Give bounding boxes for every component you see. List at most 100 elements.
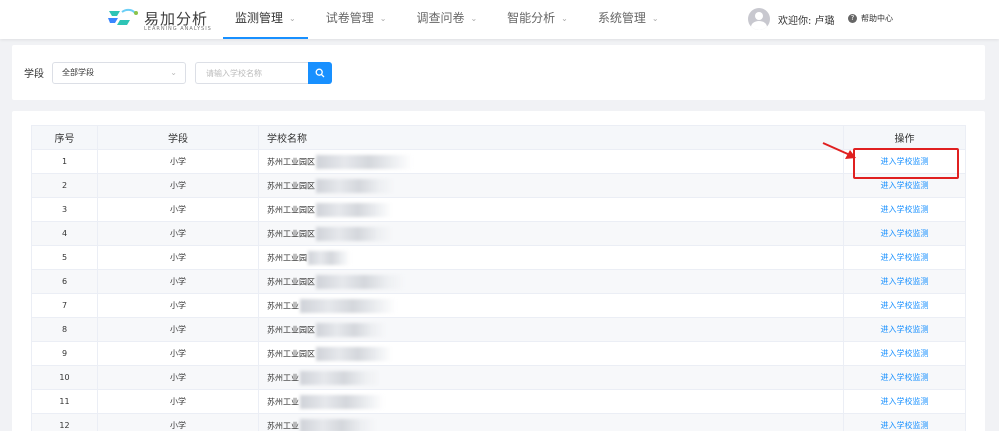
redacted-text-blur [300,418,376,431]
question-icon: ? [848,14,857,23]
school-name-text: 苏州工业园 [267,253,307,262]
school-name-text: 苏州工业 [267,373,299,382]
column-header-index: 序号 [31,125,98,150]
row-action: 进入学校监测 [843,317,966,342]
stage-select-value: 全部学段 [62,68,94,77]
welcome-text: 欢迎你: 卢璐 [778,15,835,27]
school-name-text: 苏州工业 [267,397,299,406]
row-stage: 小学 [97,413,259,431]
stage-select[interactable]: 全部学段 ⌄ [52,62,186,84]
enter-school-monitoring-link[interactable]: 进入学校监测 [881,325,929,334]
row-school-name: 苏州工业园区 [258,269,844,294]
enter-school-monitoring-link[interactable]: 进入学校监测 [881,205,929,214]
column-header-action: 操作 [843,125,966,150]
enter-school-monitoring-link[interactable]: 进入学校监测 [881,181,929,190]
row-school-name: 苏州工业 [258,389,844,414]
table-row: 7 小学 苏州工业 进入学校监测 [31,293,966,318]
row-stage: 小学 [97,197,259,222]
redacted-text-blur [316,154,412,169]
school-name-text: 苏州工业园区 [267,325,315,334]
column-header-school-name: 学校名称 [258,125,844,150]
nav-item-smart-analysis[interactable]: 智能分析 ⌄ [495,0,580,39]
table-row: 6 小学 苏州工业园区 进入学校监测 [31,269,966,294]
row-school-name: 苏州工业园区 [258,221,844,246]
avatar[interactable] [748,8,770,30]
filter-bar: 学段 全部学段 ⌄ [12,45,985,100]
enter-school-monitoring-link[interactable]: 进入学校监测 [881,253,929,262]
row-stage: 小学 [97,173,259,198]
column-header-stage: 学段 [97,125,259,150]
redacted-text-blur [308,250,350,265]
redacted-text-blur [300,370,380,385]
enter-school-monitoring-link[interactable]: 进入学校监测 [881,277,929,286]
nav-item-surveys[interactable]: 调查问卷 ⌄ [404,0,489,39]
row-action: 进入学校监测 [843,413,966,431]
redacted-text-blur [300,394,384,409]
school-name-text: 苏州工业 [267,421,299,430]
row-action: 进入学校监测 [843,245,966,270]
redacted-text-blur [316,202,392,217]
row-school-name: 苏州工业园区 [258,317,844,342]
user-info[interactable]: 欢迎你: 卢璐 [748,8,835,30]
search-button[interactable] [308,62,332,84]
row-action: 进入学校监测 [843,269,966,294]
row-index: 7 [31,293,98,318]
logo[interactable]: 易加分析 LEARNING ANALYSIS [106,5,216,35]
table-row: 2 小学 苏州工业园区 进入学校监测 [31,173,966,198]
logo-icon [108,8,138,25]
nav-item-exam-papers[interactable]: 试卷管理 ⌄ [314,0,399,39]
table-row: 4 小学 苏州工业园区 进入学校监测 [31,221,966,246]
annotation-arrow-icon [822,142,856,159]
school-name-text: 苏州工业园区 [267,181,315,190]
enter-school-monitoring-link[interactable]: 进入学校监测 [881,421,929,430]
table-row: 9 小学 苏州工业园区 进入学校监测 [31,341,966,366]
logo-subtitle: LEARNING ANALYSIS [144,26,212,32]
school-name-search-input[interactable] [195,62,308,84]
school-name-text: 苏州工业园区 [267,157,315,166]
chevron-down-icon: ⌄ [379,14,387,23]
row-stage: 小学 [97,221,259,246]
row-action: 进入学校监测 [843,197,966,222]
row-stage: 小学 [97,149,259,174]
enter-school-monitoring-link[interactable]: 进入学校监测 [881,373,929,382]
row-action: 进入学校监测 [843,341,966,366]
row-school-name: 苏州工业园区 [258,173,844,198]
nav-item-system-management[interactable]: 系统管理 ⌄ [586,0,671,39]
help-center-label: 帮助中心 [861,14,893,23]
row-index: 8 [31,317,98,342]
table-row: 3 小学 苏州工业园区 进入学校监测 [31,197,966,222]
row-action: 进入学校监测 [843,293,966,318]
row-school-name: 苏州工业园区 [258,341,844,366]
help-center-link[interactable]: ? 帮助中心 [848,13,893,24]
chevron-down-icon: ⌄ [561,14,568,23]
school-name-text: 苏州工业园区 [267,349,315,358]
row-school-name: 苏州工业 [258,365,844,390]
redacted-text-blur [316,178,394,193]
table-row: 8 小学 苏州工业园区 进入学校监测 [31,317,966,342]
school-name-text: 苏州工业园区 [267,205,315,214]
nav-item-label: 试卷管理 [325,11,374,25]
nav-item-label: 系统管理 [597,11,646,25]
chevron-down-icon: ⌄ [289,14,296,23]
enter-school-monitoring-link[interactable]: 进入学校监测 [881,397,929,406]
row-index: 11 [31,389,98,414]
row-index: 10 [31,365,98,390]
row-index: 12 [31,413,98,431]
redacted-text-blur [316,346,392,361]
chevron-down-icon: ⌄ [170,68,177,77]
nav-item-monitoring[interactable]: 监测管理 ⌄ [223,0,308,39]
row-stage: 小学 [97,389,259,414]
enter-school-monitoring-link[interactable]: 进入学校监测 [881,229,929,238]
enter-school-monitoring-link[interactable]: 进入学校监测 [881,349,929,358]
top-header: 易加分析 LEARNING ANALYSIS 监测管理 ⌄ 试卷管理 ⌄ 调查问卷 ⌄… [0,0,999,39]
row-stage: 小学 [97,245,259,270]
enter-school-monitoring-link[interactable]: 进入学校监测 [881,301,929,310]
row-index: 2 [31,173,98,198]
redacted-text-blur [300,298,396,313]
search-icon [315,68,325,78]
row-action: 进入学校监测 [843,389,966,414]
row-index: 4 [31,221,98,246]
row-index: 9 [31,341,98,366]
row-index: 5 [31,245,98,270]
redacted-text-blur [316,322,386,337]
